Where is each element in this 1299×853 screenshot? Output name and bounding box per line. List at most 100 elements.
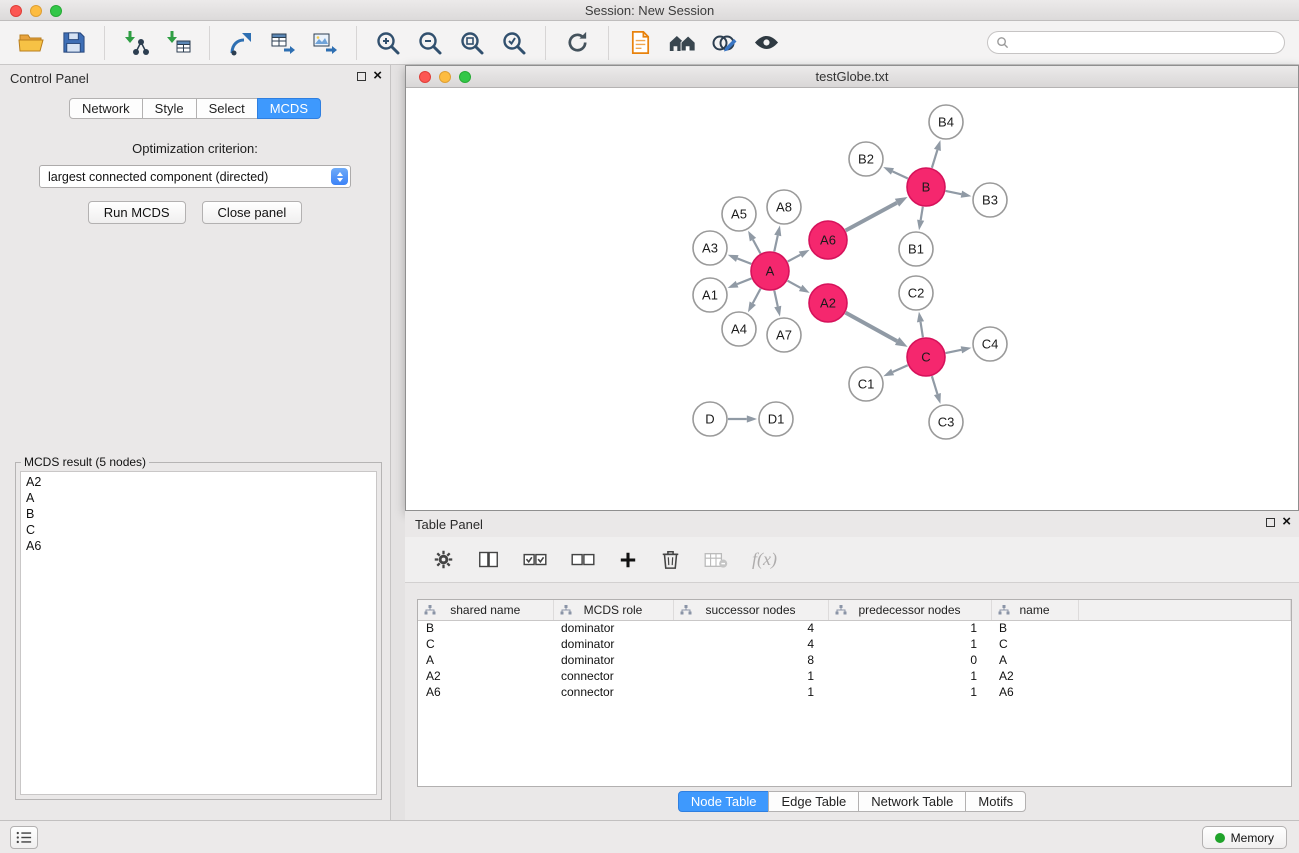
- tab-select[interactable]: Select: [196, 98, 258, 119]
- delete-table-button[interactable]: [704, 551, 728, 569]
- graphics-details-button[interactable]: [622, 25, 658, 61]
- optimization-criterion-label: Optimization criterion:: [0, 141, 390, 156]
- import-network-button[interactable]: [118, 25, 154, 61]
- table-cell: A2: [991, 668, 1078, 684]
- search-icon: [996, 36, 1009, 49]
- result-item[interactable]: A6: [21, 538, 376, 554]
- result-item[interactable]: B: [21, 506, 376, 522]
- column-header-name[interactable]: name: [991, 600, 1078, 620]
- edge-B-B3[interactable]: [946, 191, 962, 194]
- column-header-predecessor-nodes[interactable]: predecessor nodes: [828, 600, 991, 620]
- zoom-out-button[interactable]: [412, 25, 448, 61]
- table-cell: dominator: [553, 652, 673, 668]
- trash-icon: [661, 549, 680, 570]
- show-hide-button[interactable]: [748, 25, 784, 61]
- float-panel-icon[interactable]: [357, 72, 366, 81]
- table-row[interactable]: Bdominator41B: [418, 620, 1291, 636]
- table-settings-button[interactable]: [433, 549, 454, 570]
- save-session-button[interactable]: [55, 25, 91, 61]
- close-panel-button[interactable]: Close panel: [202, 201, 303, 224]
- edge-A2-C[interactable]: [846, 313, 898, 341]
- export-image-button[interactable]: [307, 25, 343, 61]
- edge-A-A4[interactable]: [753, 289, 761, 304]
- function-builder-button[interactable]: f(x): [752, 549, 777, 570]
- import-table-button[interactable]: [160, 25, 196, 61]
- table-row[interactable]: Cdominator41C: [418, 636, 1291, 652]
- edge-A-A7[interactable]: [774, 291, 777, 307]
- graph-node-label: C4: [982, 337, 999, 352]
- deselect-all-button[interactable]: [571, 551, 595, 569]
- table-row[interactable]: Adominator80A: [418, 652, 1291, 668]
- edge-A-A8[interactable]: [774, 236, 777, 252]
- column-header-shared-name[interactable]: shared name: [418, 600, 553, 620]
- graph-node-label: D1: [768, 412, 785, 427]
- edge-arrowhead: [883, 167, 894, 175]
- edge-A6-B[interactable]: [846, 203, 897, 231]
- criterion-dropdown[interactable]: largest connected component (directed): [39, 165, 351, 188]
- edge-arrowhead: [895, 197, 908, 207]
- table-panel-header: Table Panel ×: [405, 511, 1299, 537]
- table-tab-network-table[interactable]: Network Table: [858, 791, 966, 812]
- select-all-button[interactable]: [523, 551, 547, 569]
- edge-A-A3[interactable]: [737, 258, 751, 263]
- table-row[interactable]: A6connector11A6: [418, 684, 1291, 700]
- mcds-result-list[interactable]: A2ABCA6: [20, 471, 377, 795]
- network-canvas[interactable]: B4B2BB3A5A8A6B1A3AC2A1A2A4A7C4CC1C3DD1: [406, 89, 1298, 510]
- export-table-button[interactable]: [265, 25, 301, 61]
- table-tab-node-table[interactable]: Node Table: [678, 791, 770, 812]
- annotations-button[interactable]: [706, 25, 742, 61]
- show-panels-button[interactable]: [10, 826, 38, 849]
- edge-A-A2[interactable]: [788, 281, 801, 288]
- edge-C-C3[interactable]: [932, 376, 938, 394]
- edge-arrowhead: [883, 369, 894, 376]
- edge-B-B1[interactable]: [921, 207, 923, 220]
- delete-column-button[interactable]: [661, 549, 680, 570]
- zoom-fit-button[interactable]: [454, 25, 490, 61]
- table-tab-motifs[interactable]: Motifs: [965, 791, 1026, 812]
- delete-table-icon: [704, 551, 728, 569]
- tab-network[interactable]: Network: [69, 98, 143, 119]
- close-panel-icon[interactable]: ×: [373, 69, 382, 83]
- refresh-layout-button[interactable]: [559, 25, 595, 61]
- save-floppy-icon: [61, 30, 86, 55]
- edge-B-B2[interactable]: [892, 171, 907, 178]
- float-table-panel-icon[interactable]: [1266, 518, 1275, 527]
- column-header-MCDS-role[interactable]: MCDS role: [553, 600, 673, 620]
- search-input[interactable]: [1014, 36, 1276, 50]
- edge-A-A1[interactable]: [737, 278, 751, 284]
- edge-C-C2[interactable]: [921, 322, 923, 337]
- edge-A-A5[interactable]: [753, 240, 760, 254]
- run-mcds-button[interactable]: Run MCDS: [88, 201, 186, 224]
- network-window-titlebar[interactable]: testGlobe.txt: [406, 66, 1298, 88]
- zoom-in-button[interactable]: [370, 25, 406, 61]
- edge-C-C1[interactable]: [893, 365, 908, 372]
- toolbar-separator: [608, 26, 609, 60]
- open-session-button[interactable]: [13, 25, 49, 61]
- tab-mcds[interactable]: MCDS: [257, 98, 321, 119]
- refresh-icon: [565, 30, 590, 55]
- result-item[interactable]: C: [21, 522, 376, 538]
- result-item[interactable]: A: [21, 490, 376, 506]
- table-tab-edge-table[interactable]: Edge Table: [768, 791, 859, 812]
- mcds-result-legend: MCDS result (5 nodes): [21, 455, 149, 469]
- main-toolbar: [0, 21, 1299, 65]
- tab-style[interactable]: Style: [142, 98, 197, 119]
- memory-button[interactable]: Memory: [1202, 826, 1287, 849]
- show-columns-button[interactable]: [478, 549, 499, 570]
- control-panel: Control Panel × NetworkStyleSelectMCDS O…: [0, 65, 391, 820]
- create-column-button[interactable]: [619, 551, 637, 569]
- search-box[interactable]: [987, 31, 1285, 54]
- edge-A-A6[interactable]: [788, 255, 801, 262]
- first-neighbors-button[interactable]: [664, 25, 700, 61]
- open-folder-icon: [18, 30, 44, 56]
- edge-C-C4[interactable]: [946, 350, 962, 353]
- close-table-panel-icon[interactable]: ×: [1282, 515, 1291, 529]
- table-row[interactable]: A2connector11A2: [418, 668, 1291, 684]
- columns-icon: [478, 549, 499, 570]
- column-header-successor-nodes[interactable]: successor nodes: [673, 600, 828, 620]
- result-item[interactable]: A2: [21, 474, 376, 490]
- edge-B-B4[interactable]: [932, 150, 938, 168]
- venn-pen-icon: [711, 30, 737, 56]
- export-network-button[interactable]: [223, 25, 259, 61]
- zoom-selected-button[interactable]: [496, 25, 532, 61]
